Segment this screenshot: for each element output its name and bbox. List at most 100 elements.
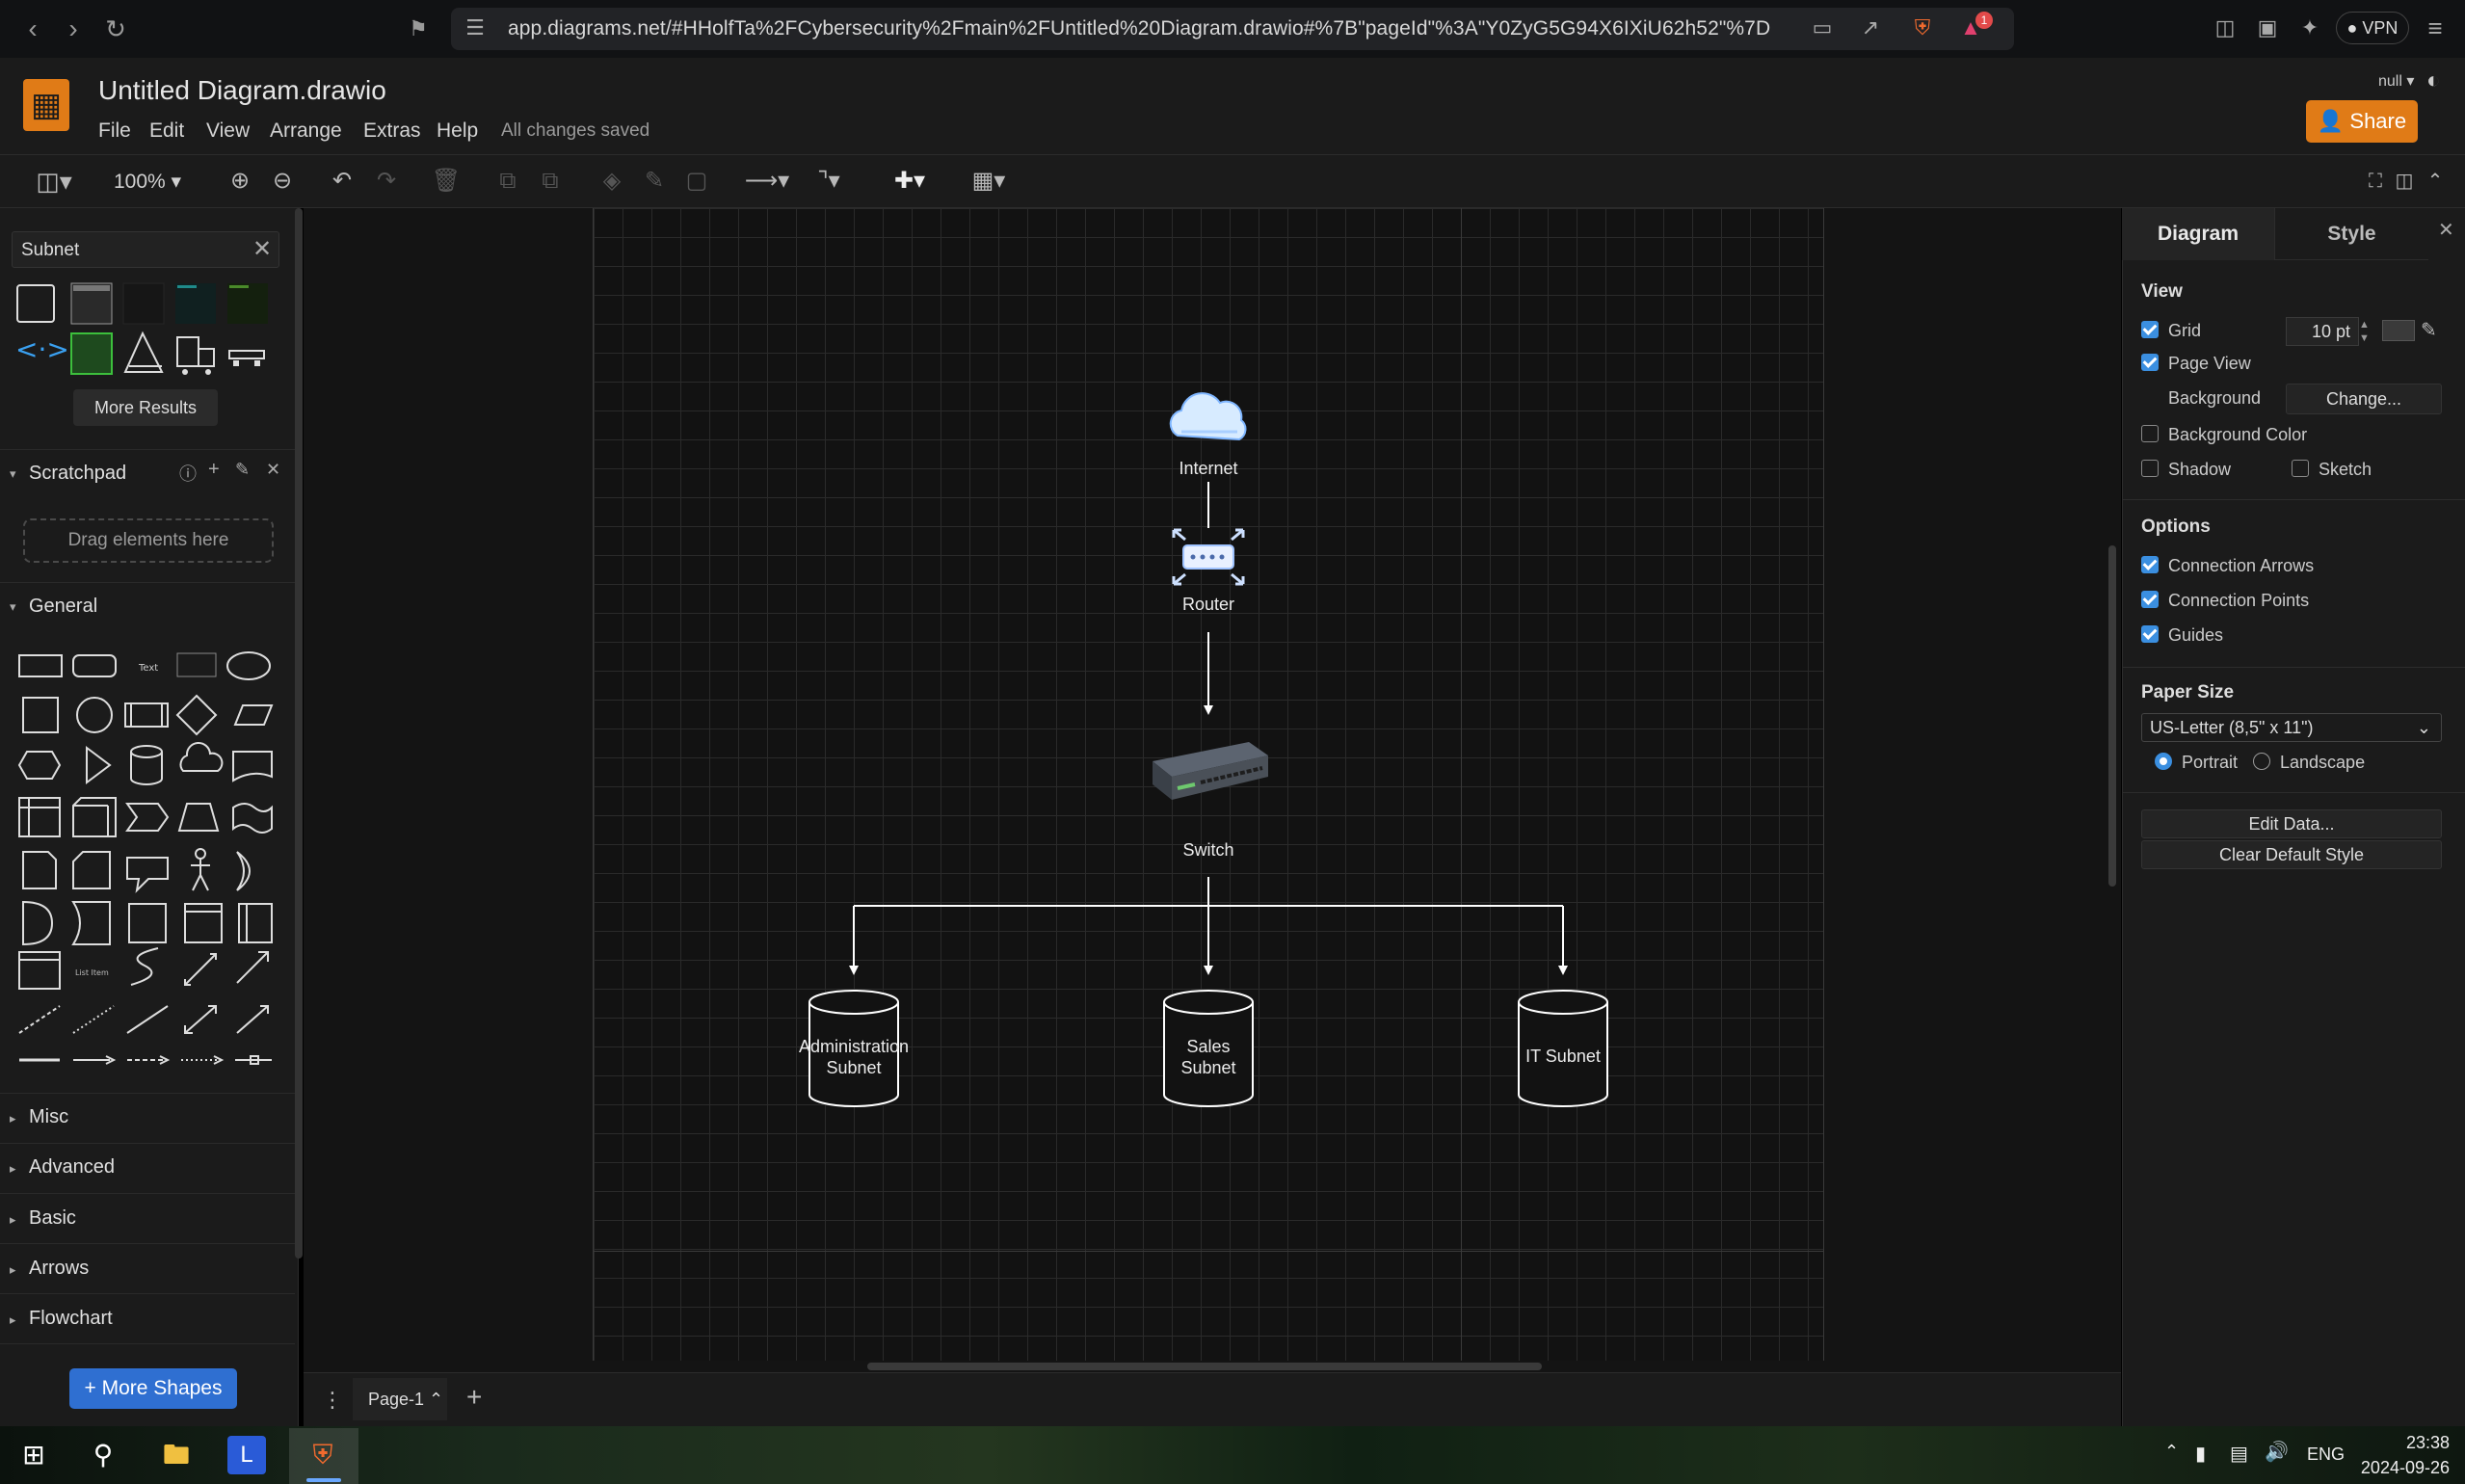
table-icon[interactable]: ▦▾ <box>964 164 1014 199</box>
sidebar-toggle-icon[interactable]: ◫ <box>2211 13 2240 42</box>
basic-toggle-icon[interactable]: ▸ <box>10 1212 16 1228</box>
brave-shield-icon[interactable]: ⛨ <box>1908 13 1937 42</box>
canvas-hscrollbar[interactable] <box>867 1363 1542 1370</box>
fullscreen-icon[interactable]: ⛶ <box>2361 164 2390 199</box>
insert-icon[interactable]: ✚▾ <box>885 164 935 199</box>
portrait-radio[interactable] <box>2155 753 2172 770</box>
file-explorer-icon[interactable]: 🖿 <box>154 1434 199 1476</box>
bookmark-icon[interactable]: ⚑ <box>399 10 437 48</box>
menu-file[interactable]: File <box>98 119 131 143</box>
back-icon[interactable]: ‹ <box>13 10 52 48</box>
connection-arrows-checkbox[interactable] <box>2141 556 2159 573</box>
grid-color-swatch[interactable] <box>2382 320 2415 341</box>
line-color-icon[interactable]: ✎ <box>638 164 671 199</box>
misc-title[interactable]: Misc <box>29 1106 68 1128</box>
more-shapes-button[interactable]: + More Shapes <box>69 1368 237 1409</box>
site-settings-icon[interactable]: ☰ <box>461 13 490 42</box>
sketch-checkbox[interactable] <box>2292 460 2309 477</box>
basic-title[interactable]: Basic <box>29 1207 76 1230</box>
shadow-icon[interactable]: ▢ <box>680 164 713 199</box>
language-indicator[interactable]: ENG <box>2307 1444 2345 1465</box>
brave-browser-icon[interactable]: ⛨ <box>301 1434 345 1476</box>
guides-checkbox[interactable] <box>2141 625 2159 643</box>
network-icon[interactable]: ▤ <box>2230 1442 2248 1466</box>
zoom-select[interactable]: 100% ▾ <box>114 170 181 194</box>
menu-edit[interactable]: Edit <box>149 119 184 143</box>
switch-label[interactable]: Switch <box>1151 840 1266 861</box>
pages-menu-icon[interactable]: ⋮ <box>322 1388 343 1413</box>
close-scratchpad-icon[interactable]: ✕ <box>266 460 280 480</box>
scratchpad-dropzone[interactable]: Drag elements here <box>23 518 274 563</box>
clear-default-style-button[interactable]: Clear Default Style <box>2141 840 2442 869</box>
user-select[interactable]: null ▾ <box>2378 71 2414 91</box>
paper-size-select[interactable]: US-Letter (8,5" x 11") ⌄ <box>2141 713 2442 742</box>
tray-chevron-icon[interactable]: ⌃ <box>2164 1442 2179 1462</box>
page-tab[interactable]: Page-1 ⌃ <box>353 1378 447 1420</box>
zoom-out-icon[interactable]: ⊖ <box>266 164 299 199</box>
menu-view[interactable]: View <box>206 119 250 143</box>
cast-icon[interactable]: ▭ <box>1808 13 1837 42</box>
edit-icon[interactable]: ✎ <box>235 460 250 480</box>
general-toggle-icon[interactable]: ▾ <box>10 599 16 615</box>
tab-style[interactable]: Style <box>2274 208 2428 260</box>
grid-color-pencil-icon[interactable]: ✎ <box>2421 318 2437 342</box>
arrows-title[interactable]: Arrows <box>29 1258 89 1280</box>
clock[interactable]: 23:38 2024-09-26 <box>2353 1430 2450 1480</box>
clear-search-icon[interactable]: ✕ <box>252 235 272 263</box>
add-page-icon[interactable]: + <box>466 1382 482 1413</box>
to-back-icon[interactable]: ⧉ <box>534 164 567 199</box>
router-label[interactable]: Router <box>1151 595 1266 615</box>
it-subnet-label[interactable]: IT Subnet <box>1496 1047 1630 1067</box>
collapse-icon[interactable]: ⌃ <box>2421 164 2450 199</box>
panel-view-icon[interactable]: ◫▾ <box>29 164 79 199</box>
menu-help[interactable]: Help <box>437 119 478 143</box>
format-panel-icon[interactable]: ◫ <box>2390 164 2419 199</box>
background-color-checkbox[interactable] <box>2141 425 2159 442</box>
more-results-button[interactable]: More Results <box>73 389 218 426</box>
windows-start-icon[interactable]: ⊞ <box>12 1434 56 1476</box>
vpn-button[interactable]: ● VPN <box>2336 12 2409 44</box>
misc-toggle-icon[interactable]: ▸ <box>10 1111 16 1126</box>
waypoints-icon[interactable]: ⌝▾ <box>804 164 854 199</box>
delete-icon[interactable]: 🗑 <box>430 164 463 199</box>
admin-subnet-label[interactable]: Administration Subnet <box>786 1036 921 1078</box>
grid-checkbox[interactable] <box>2141 321 2159 338</box>
fill-color-icon[interactable]: ◈ <box>596 164 628 199</box>
connection-style-icon[interactable]: ⟶▾ <box>742 164 792 199</box>
forward-icon[interactable]: › <box>54 10 93 48</box>
advanced-toggle-icon[interactable]: ▸ <box>10 1161 16 1177</box>
theme-toggle-icon[interactable]: ◐ <box>2426 67 2441 94</box>
connection-points-checkbox[interactable] <box>2141 591 2159 608</box>
grid-size-input[interactable]: 10 pt <box>2286 317 2359 346</box>
edit-data-button[interactable]: Edit Data... <box>2141 809 2442 838</box>
diagram-page[interactable] <box>593 208 1824 1361</box>
battery-icon[interactable]: ▮ <box>2195 1442 2206 1466</box>
url-text[interactable]: app.diagrams.net/#HHolfTa%2FCybersecurit… <box>508 17 1770 40</box>
advanced-title[interactable]: Advanced <box>29 1156 115 1179</box>
flowchart-toggle-icon[interactable]: ▸ <box>10 1312 16 1328</box>
canvas-vscrollbar[interactable] <box>2108 545 2116 887</box>
landscape-radio[interactable] <box>2253 753 2270 770</box>
tab-diagram[interactable]: Diagram <box>2122 208 2274 260</box>
shadow-checkbox[interactable] <box>2141 460 2159 477</box>
scratchpad-title[interactable]: Scratchpad <box>29 463 126 485</box>
menu-arrange[interactable]: Arrange <box>270 119 342 143</box>
redo-icon[interactable]: ↷ <box>370 164 403 199</box>
to-front-icon[interactable]: ⧉ <box>491 164 524 199</box>
flowchart-title[interactable]: Flowchart <box>29 1308 113 1330</box>
internet-label[interactable]: Internet <box>1151 459 1266 479</box>
search-icon[interactable]: ⚲ <box>81 1434 125 1476</box>
reload-icon[interactable]: ↻ <box>96 10 135 48</box>
share-page-icon[interactable]: ↗ <box>1856 13 1885 42</box>
close-panel-icon[interactable]: ✕ <box>2438 218 2454 242</box>
shape-search-value[interactable]: Subnet <box>21 240 79 261</box>
scratchpad-toggle-icon[interactable]: ▾ <box>10 466 16 482</box>
menu-extras[interactable]: Extras <box>363 119 421 143</box>
sidebar-scrollbar[interactable] <box>295 208 303 1259</box>
page-view-checkbox[interactable] <box>2141 354 2159 371</box>
search-results[interactable]: <·> <box>12 279 272 385</box>
change-background-button[interactable]: Change... <box>2286 384 2442 414</box>
leo-ai-icon[interactable]: ✦ <box>2295 13 2324 42</box>
general-title[interactable]: General <box>29 596 97 618</box>
share-button[interactable]: 👤 Share <box>2306 100 2418 143</box>
